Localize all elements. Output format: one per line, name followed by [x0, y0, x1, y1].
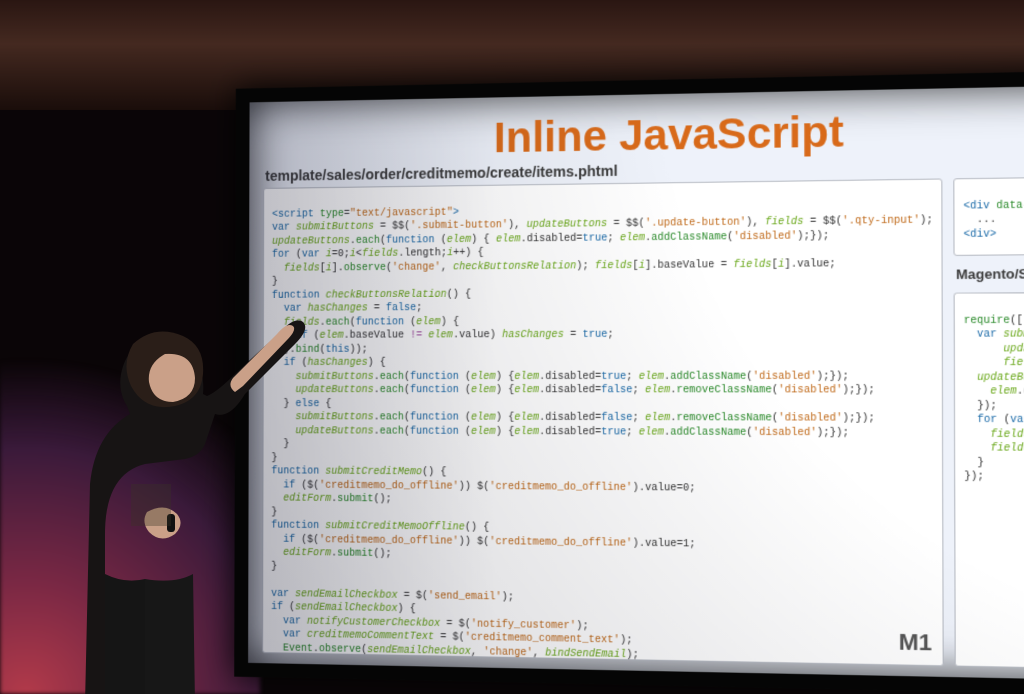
right-file-path: Magento/Sales/view/adminhtml/web/js/cred…	[956, 263, 1024, 282]
presenter-silhouette	[35, 274, 335, 694]
left-code-box: <script type="text/javascript"> var subm…	[262, 178, 944, 666]
projector-screen: Inline JavaScript template/sales/order/c…	[234, 70, 1024, 694]
slide-columns: <script type="text/javascript"> var subm…	[262, 176, 1024, 669]
photo-scene: Inline JavaScript template/sales/order/c…	[0, 0, 1024, 694]
m1-label: M1	[899, 627, 932, 659]
right-code-box-1: <div data-mage-init= '{"creditMemoForm":…	[953, 173, 1024, 256]
left-column: <script type="text/javascript"> var subm…	[262, 178, 944, 666]
right-column: <div data-mage-init= '{"creditMemoForm":…	[953, 173, 1024, 675]
slide-content: Inline JavaScript template/sales/order/c…	[248, 85, 1024, 680]
right-code-box-2: require(['jquery', 'prototype'], functio…	[954, 290, 1024, 674]
slide-title: Inline JavaScript	[263, 102, 1024, 166]
